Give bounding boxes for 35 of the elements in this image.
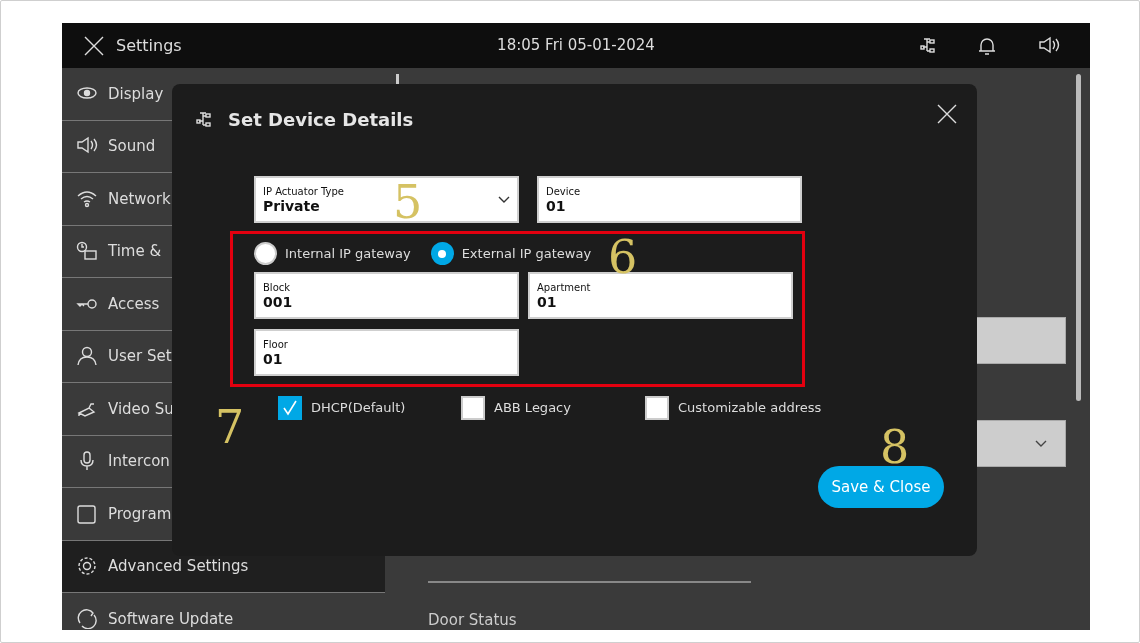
option-label: ABB Legacy bbox=[494, 399, 571, 418]
refresh-icon bbox=[76, 608, 98, 629]
chevron-down-icon bbox=[1035, 439, 1047, 448]
option-label: Customizable address bbox=[678, 399, 822, 418]
annotation-number: 5 bbox=[393, 179, 423, 225]
screen-title: Settings bbox=[116, 34, 182, 57]
sidebar-item[interactable]: Software Update bbox=[62, 593, 385, 630]
input-field[interactable]: Block 001 bbox=[254, 272, 519, 319]
person-icon bbox=[76, 346, 98, 367]
network-tree-icon[interactable] bbox=[920, 35, 936, 54]
checkbox[interactable] bbox=[645, 396, 669, 420]
option-label: DHCP(Default) bbox=[311, 399, 406, 418]
close-icon[interactable] bbox=[937, 104, 957, 124]
radio-button[interactable] bbox=[254, 242, 277, 265]
clock-calendar-icon bbox=[76, 241, 98, 262]
speaker-icon[interactable] bbox=[1038, 35, 1060, 54]
field-label: Door Status bbox=[428, 610, 518, 630]
gear-icon bbox=[76, 556, 98, 577]
option-label: Internal IP gateway bbox=[285, 244, 411, 263]
input-field[interactable]: Device 01 bbox=[537, 176, 802, 223]
scrollbar[interactable] bbox=[1076, 74, 1081, 401]
checkbox[interactable] bbox=[461, 396, 485, 420]
dialog-title: Set Device Details bbox=[228, 108, 414, 132]
close-icon[interactable] bbox=[84, 35, 104, 56]
radio-button[interactable] bbox=[430, 242, 454, 265]
chevron-down-icon bbox=[498, 195, 510, 204]
checkbox[interactable] bbox=[278, 396, 302, 420]
bell-icon[interactable] bbox=[978, 35, 996, 56]
option-label: External IP gateway bbox=[461, 244, 592, 263]
input-field[interactable]: Floor 01 bbox=[254, 329, 519, 376]
square-icon bbox=[76, 503, 98, 524]
network-tree-icon bbox=[196, 109, 214, 130]
annotation-number: 7 bbox=[215, 404, 245, 450]
date-time: 18:05 Fri 05-01-2024 bbox=[497, 35, 655, 57]
wifi-icon bbox=[76, 188, 98, 209]
